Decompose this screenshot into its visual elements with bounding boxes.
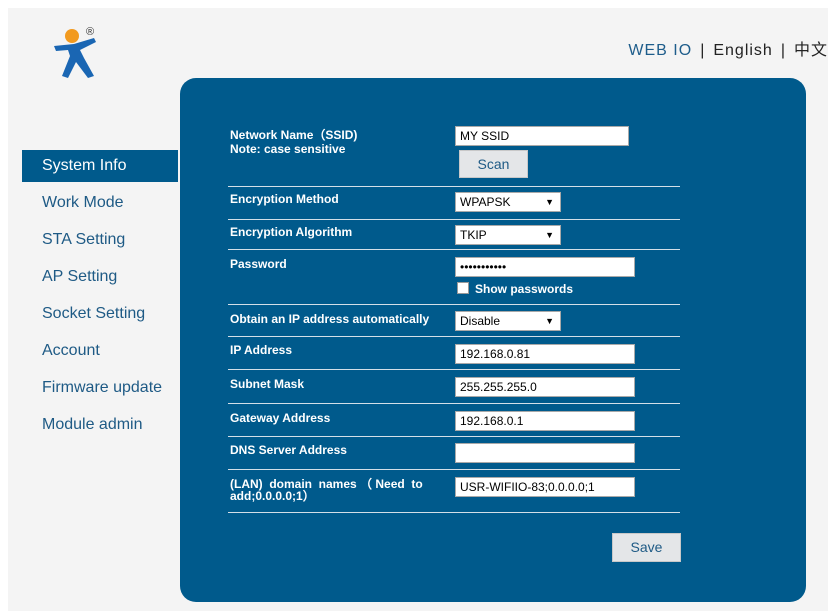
ssid-note: Note: case sensitive — [230, 142, 346, 156]
ssid-input[interactable]: MY SSID — [455, 126, 629, 146]
sidebar-item-account[interactable]: Account — [22, 335, 178, 372]
top-nav: WEB IO | English | 中文 — [628, 36, 828, 60]
page-frame: ® WEB IO | English | 中文 System Info Work Mod… — [8, 8, 828, 611]
dhcp-label: Obtain an IP address automatically — [230, 312, 430, 326]
encryption-algorithm-select[interactable]: TKIP ▼ — [455, 225, 561, 245]
gateway-label: Gateway Address — [230, 411, 331, 425]
nav-web-io[interactable]: WEB IO — [628, 42, 692, 59]
dns-label: DNS Server Address — [230, 443, 347, 457]
sidebar-item-sta-setting[interactable]: STA Setting — [22, 224, 178, 261]
gateway-row: Gateway Address 192.168.0.1 — [228, 404, 680, 437]
subnet-mask-row: Subnet Mask 255.255.255.0 — [228, 370, 680, 404]
encryption-method-value: WPAPSK — [460, 195, 511, 209]
sidebar-item-socket-setting[interactable]: Socket Setting — [22, 298, 178, 335]
chevron-down-icon: ▼ — [545, 230, 554, 240]
subnet-mask-label: Subnet Mask — [230, 377, 305, 391]
save-button[interactable]: Save — [612, 533, 681, 562]
settings-panel: Network Name（SSID) Note: case sensitive … — [180, 78, 806, 602]
sidebar-item-firmware-update[interactable]: Firmware update — [22, 372, 178, 409]
usr-iot-person-logo-icon: ® — [48, 22, 108, 82]
dhcp-value: Disable — [460, 314, 501, 328]
ip-address-row: IP Address 192.168.0.81 — [228, 337, 680, 370]
nav-chinese[interactable]: 中文 — [794, 42, 828, 59]
gateway-input[interactable]: 192.168.0.1 — [455, 411, 635, 431]
sidebar: System Info Work Mode STA Setting AP Set… — [22, 150, 178, 446]
dns-input[interactable] — [455, 443, 635, 463]
show-passwords-label: Show passwords — [475, 282, 574, 296]
domain-row: (LAN) domain names （ Need to add;0.0.0.0… — [228, 470, 680, 513]
scan-button[interactable]: Scan — [459, 150, 528, 178]
encryption-algorithm-label: Encryption Algorithm — [230, 225, 353, 239]
nav-english[interactable]: English — [713, 42, 772, 59]
encryption-method-row: Encryption Method WPAPSK ▼ — [228, 187, 680, 220]
subnet-mask-input[interactable]: 255.255.255.0 — [455, 377, 635, 397]
password-row: Password ••••••••••• Show passwords — [228, 250, 680, 305]
ssid-row: Network Name（SSID) Note: case sensitive … — [228, 122, 680, 187]
sidebar-item-ap-setting[interactable]: AP Setting — [22, 261, 178, 298]
dns-row: DNS Server Address — [228, 437, 680, 470]
password-input[interactable]: ••••••••••• — [455, 257, 635, 277]
sidebar-item-module-admin[interactable]: Module admin — [22, 409, 178, 446]
encryption-algorithm-value: TKIP — [460, 228, 487, 242]
dhcp-row: Obtain an IP address automatically Disab… — [228, 305, 680, 337]
show-passwords-checkbox[interactable] — [457, 282, 469, 294]
encryption-method-select[interactable]: WPAPSK ▼ — [455, 192, 561, 212]
domain-input[interactable]: USR-WIFIIO-83;0.0.0.0;1 — [455, 477, 635, 497]
nav-separator: | — [700, 42, 706, 59]
chevron-down-icon: ▼ — [545, 316, 554, 326]
ssid-label: Network Name（SSID) — [230, 128, 358, 142]
domain-label-line2: add;0.0.0.0;1） — [230, 489, 315, 503]
encryption-method-label: Encryption Method — [230, 192, 339, 206]
dhcp-select[interactable]: Disable ▼ — [455, 311, 561, 331]
password-label: Password — [230, 257, 287, 271]
registered-mark: ® — [86, 26, 94, 38]
nav-separator: | — [780, 42, 786, 59]
chevron-down-icon: ▼ — [545, 197, 554, 207]
ip-address-label: IP Address — [230, 343, 293, 357]
ip-address-input[interactable]: 192.168.0.81 — [455, 344, 635, 364]
sidebar-item-work-mode[interactable]: Work Mode — [22, 187, 178, 224]
encryption-algorithm-row: Encryption Algorithm TKIP ▼ — [228, 220, 680, 250]
sidebar-item-system-info[interactable]: System Info — [22, 150, 178, 182]
